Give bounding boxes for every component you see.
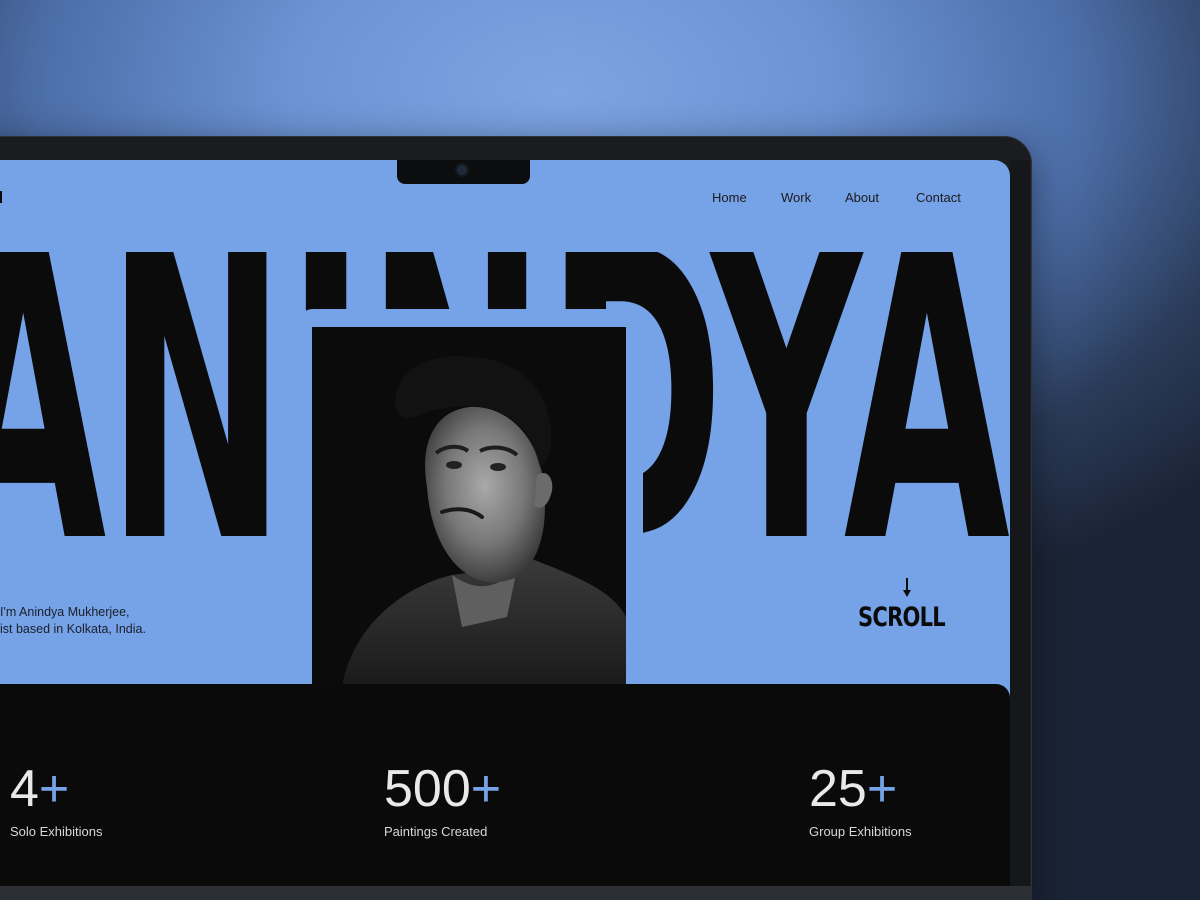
laptop-bottom-bezel: [0, 886, 1032, 900]
portrait-photo: [312, 327, 626, 687]
screen-notch: [397, 160, 530, 184]
stat-value: 500+: [384, 760, 502, 818]
arrow-down-icon: [903, 578, 911, 597]
stat-paintings-created: 500+ Paintings Created: [384, 760, 501, 839]
nav-about-link[interactable]: About: [845, 190, 879, 205]
stat-label: Solo Exhibitions: [10, 824, 103, 839]
scroll-indicator[interactable]: SCROLL: [858, 578, 950, 638]
nav-work-link[interactable]: Work: [781, 190, 811, 205]
stats-section: 4+ Solo Exhibitions 500+ Paintings Creat…: [0, 684, 1010, 886]
nav-home-link[interactable]: Home: [712, 190, 747, 205]
intro-line-2: ist based in Kolkata, India.: [0, 622, 146, 636]
site-logo[interactable]: [0, 191, 2, 203]
stat-value: 4+: [10, 760, 70, 818]
camera-icon: [457, 165, 467, 175]
nav-contact-link[interactable]: Contact: [916, 190, 961, 205]
hero-intro-text: I'm Anindya Mukherjee, ist based in Kolk…: [0, 604, 146, 638]
stat-label: Group Exhibitions: [809, 824, 912, 839]
stat-value: 25+: [809, 760, 898, 818]
website-screen: Home Work About Contact ANINDYA: [0, 160, 1010, 886]
stat-label: Paintings Created: [384, 824, 488, 839]
laptop-side-bezel: [1010, 160, 1030, 886]
intro-line-1: I'm Anindya Mukherjee,: [0, 605, 130, 619]
stat-solo-exhibitions: 4+ Solo Exhibitions: [10, 760, 103, 839]
stat-group-exhibitions: 25+ Group Exhibitions: [809, 760, 912, 839]
scroll-label: SCROLL: [858, 602, 946, 633]
